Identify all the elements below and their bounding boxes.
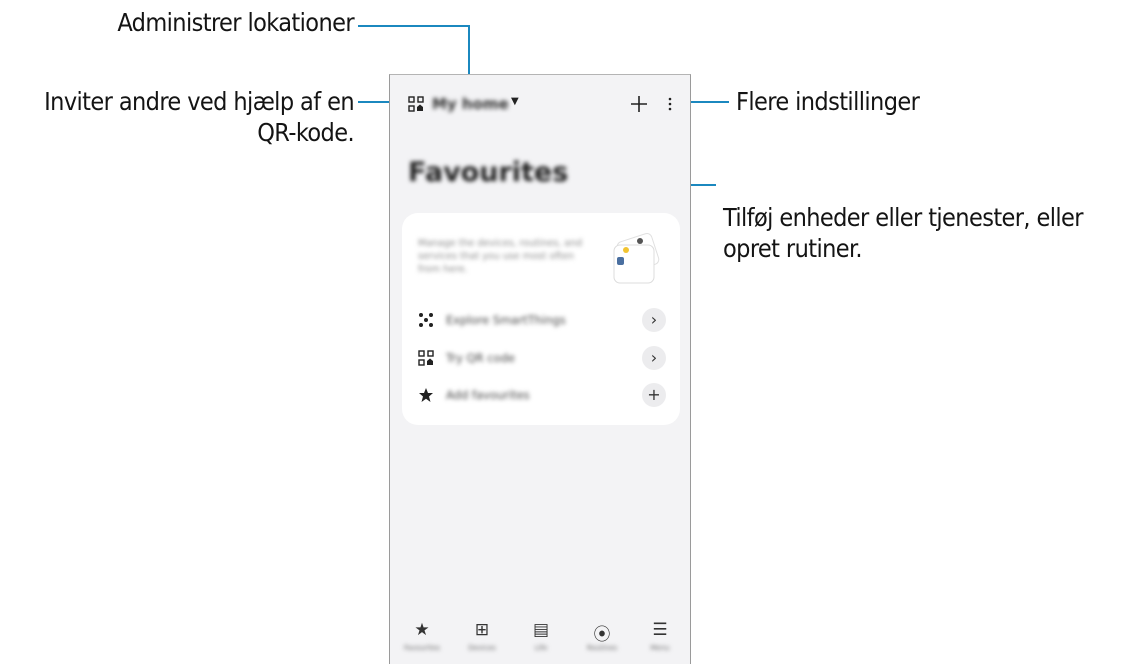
smartthings-icon	[419, 313, 433, 327]
nav-life[interactable]: ▤ Life	[511, 618, 571, 664]
nav-label-devices: Devices	[468, 644, 496, 652]
row-label-qr: Try QR code	[446, 351, 515, 365]
nav-devices[interactable]: ⊞ Devices	[452, 618, 512, 664]
row-explore-smartthings[interactable]: Explore SmartThings ›	[402, 303, 680, 339]
star-icon: ★	[414, 620, 430, 640]
callout-manage-locations: Administrer lokationer	[117, 8, 354, 37]
callout-add-devices-line2: opret rutiner.	[723, 234, 862, 263]
nav-label-life: Life	[534, 644, 548, 652]
nav-menu[interactable]: ☰ Menu	[630, 618, 690, 664]
routines-icon: ⦿	[593, 625, 611, 645]
location-name[interactable]: My home	[432, 95, 509, 113]
devices-icon: ⊞	[474, 620, 490, 640]
row-label-add-favourites: Add favourites	[446, 388, 530, 402]
qr-code-icon	[418, 350, 434, 366]
chevron-right-icon[interactable]: ›	[642, 308, 666, 332]
life-icon: ▤	[532, 620, 550, 640]
phone-screen: My home ▼ Favourites Manage the devices,…	[389, 74, 691, 664]
caret-down-icon[interactable]: ▼	[511, 96, 519, 107]
leader-line-more	[685, 101, 729, 103]
nav-routines[interactable]: ⦿ Routines	[572, 618, 632, 664]
menu-icon: ☰	[652, 620, 668, 640]
more-options-icon[interactable]	[667, 96, 673, 112]
leader-line-locations-h	[358, 25, 470, 27]
star-icon	[419, 388, 433, 402]
bottom-navigation: ★ Favourites ⊞ Devices ▤ Life ⦿ Routines…	[390, 618, 690, 664]
callout-add-devices-line1: Tilføj enheder eller tjenester, eller	[723, 203, 1084, 232]
callout-invite-qr-line2: QR-kode.	[257, 118, 354, 147]
chevron-right-icon[interactable]: ›	[642, 346, 666, 370]
callout-more-options: Flere indstillinger	[736, 87, 920, 116]
callout-invite-qr-line1: Inviter andre ved hjælp af en	[44, 87, 354, 116]
row-add-favourites[interactable]: Add favourites +	[402, 378, 680, 414]
qr-code-icon[interactable]	[408, 96, 424, 112]
card-description: Manage the devices, routines, and servic…	[418, 238, 583, 275]
nav-label-menu: Menu	[650, 644, 670, 652]
favourites-card: Manage the devices, routines, and servic…	[402, 213, 680, 425]
callout-add-devices: Tilføj enheder eller tjenester, eller op…	[723, 202, 1084, 264]
callout-invite-qr: Inviter andre ved hjælp af en QR-kode.	[0, 86, 354, 148]
nav-favourites[interactable]: ★ Favourites	[392, 618, 452, 664]
row-label-explore: Explore SmartThings	[446, 313, 566, 327]
add-circle-icon[interactable]: +	[642, 383, 666, 407]
row-try-qr-code[interactable]: Try QR code ›	[402, 341, 680, 377]
nav-label-favourites: Favourites	[403, 644, 441, 652]
page-title: Favourites	[408, 157, 569, 188]
add-icon[interactable]	[630, 95, 648, 113]
nav-label-routines: Routines	[586, 644, 618, 652]
home-cards-illustration-icon	[613, 233, 660, 284]
